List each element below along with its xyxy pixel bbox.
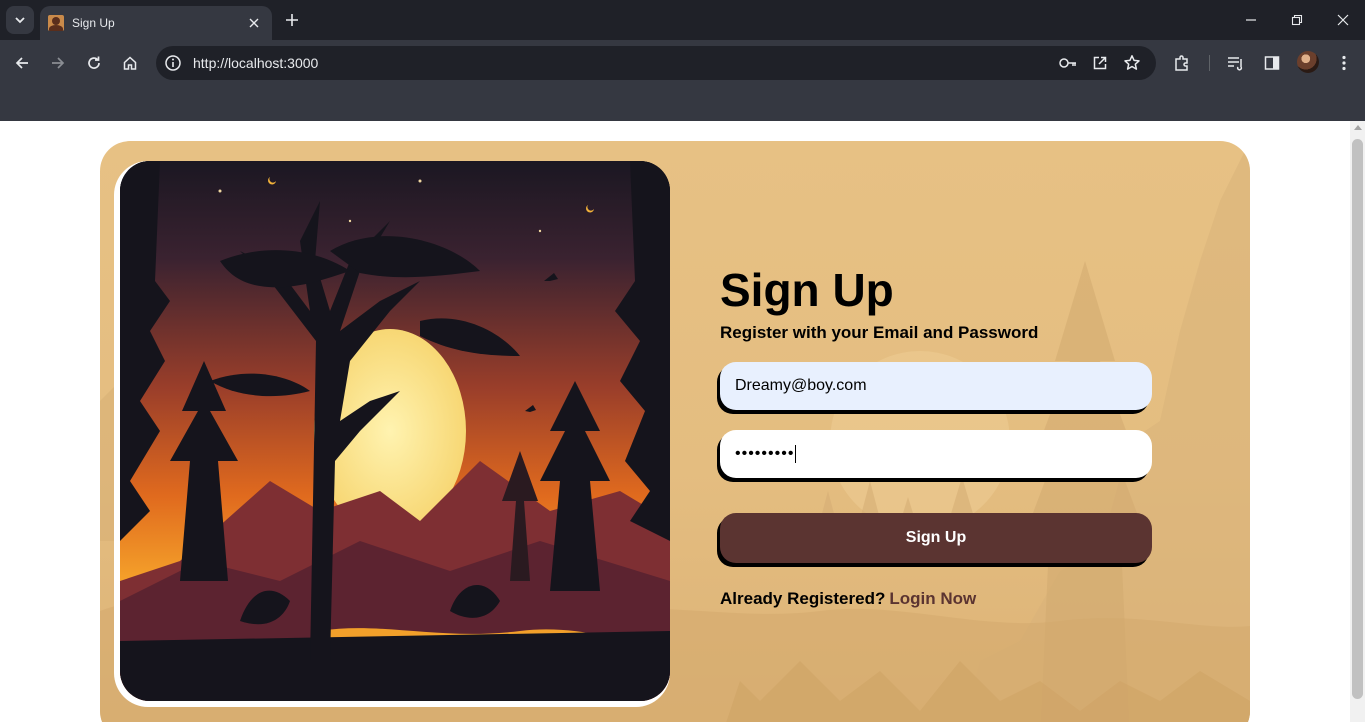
page-subtitle: Register with your Email and Password [720,323,1039,342]
signup-form: Sign Up Register with your Email and Pas… [720,141,1200,722]
url-text[interactable]: http://localhost:3000 [193,55,318,71]
arrow-left-icon [15,57,28,69]
reload-button[interactable] [78,47,110,79]
tab-close-button[interactable] [246,15,262,31]
favicon-icon [48,15,64,31]
chevron-down-icon [15,17,25,24]
signup-card: Sign Up Register with your Email and Pas… [100,141,1250,722]
signup-button[interactable]: Sign Up [720,513,1152,563]
new-tab-button[interactable] [280,8,304,32]
kebab-menu-icon[interactable] [1333,52,1355,74]
page-title: Sign Up [720,264,894,316]
address-bar[interactable]: http://localhost:3000 [156,46,1156,80]
site-info-icon[interactable] [164,54,182,72]
close-window-button[interactable] [1320,0,1365,40]
tab-strip: Sign Up [0,0,1365,40]
forward-button[interactable] [42,47,74,79]
password-input[interactable]: ••••••••• [720,430,1152,478]
close-icon [1337,14,1349,26]
side-panel-icon[interactable] [1261,52,1283,74]
email-value: Dreamy@boy.com [735,377,867,394]
email-input[interactable]: Dreamy@boy.com [720,362,1152,410]
page-viewport: Sign Up Register with your Email and Pas… [0,121,1350,722]
profile-avatar[interactable] [1297,51,1319,73]
extensions-icon[interactable] [1171,52,1193,74]
bookmark-star-icon[interactable] [1122,53,1142,73]
browser-toolbar: http://localhost:3000 [0,40,1365,86]
minimize-icon [1246,19,1256,21]
back-button[interactable] [6,47,38,79]
home-icon [123,56,137,70]
restore-button[interactable] [1274,0,1320,40]
password-value: ••••••••• [735,445,795,462]
key-icon[interactable] [1058,53,1078,73]
home-button[interactable] [114,47,146,79]
reload-icon [88,56,100,69]
scroll-up-arrow-icon[interactable] [1354,125,1362,130]
sunset-forest-illustration [120,161,670,701]
page-scrollbar[interactable] [1350,121,1365,722]
scroll-thumb[interactable] [1352,139,1363,699]
arrow-right-icon [52,57,65,69]
text-caret [795,445,797,463]
restore-icon [1291,14,1303,26]
active-tab[interactable]: Sign Up [40,6,272,40]
login-now-link[interactable]: Login Now [889,589,976,608]
login-prompt: Already Registered? Login Now [720,589,976,609]
already-registered-text: Already Registered? [720,589,886,608]
tab-title: Sign Up [72,16,115,30]
media-queue-icon[interactable] [1225,52,1247,74]
bookmarks-bar [0,86,1365,121]
plus-icon [286,14,298,26]
tab-search-button[interactable] [6,6,34,34]
toolbar-separator [1209,55,1210,71]
open-in-app-icon[interactable] [1090,53,1110,73]
minimize-button[interactable] [1228,0,1274,40]
close-icon [249,18,259,28]
